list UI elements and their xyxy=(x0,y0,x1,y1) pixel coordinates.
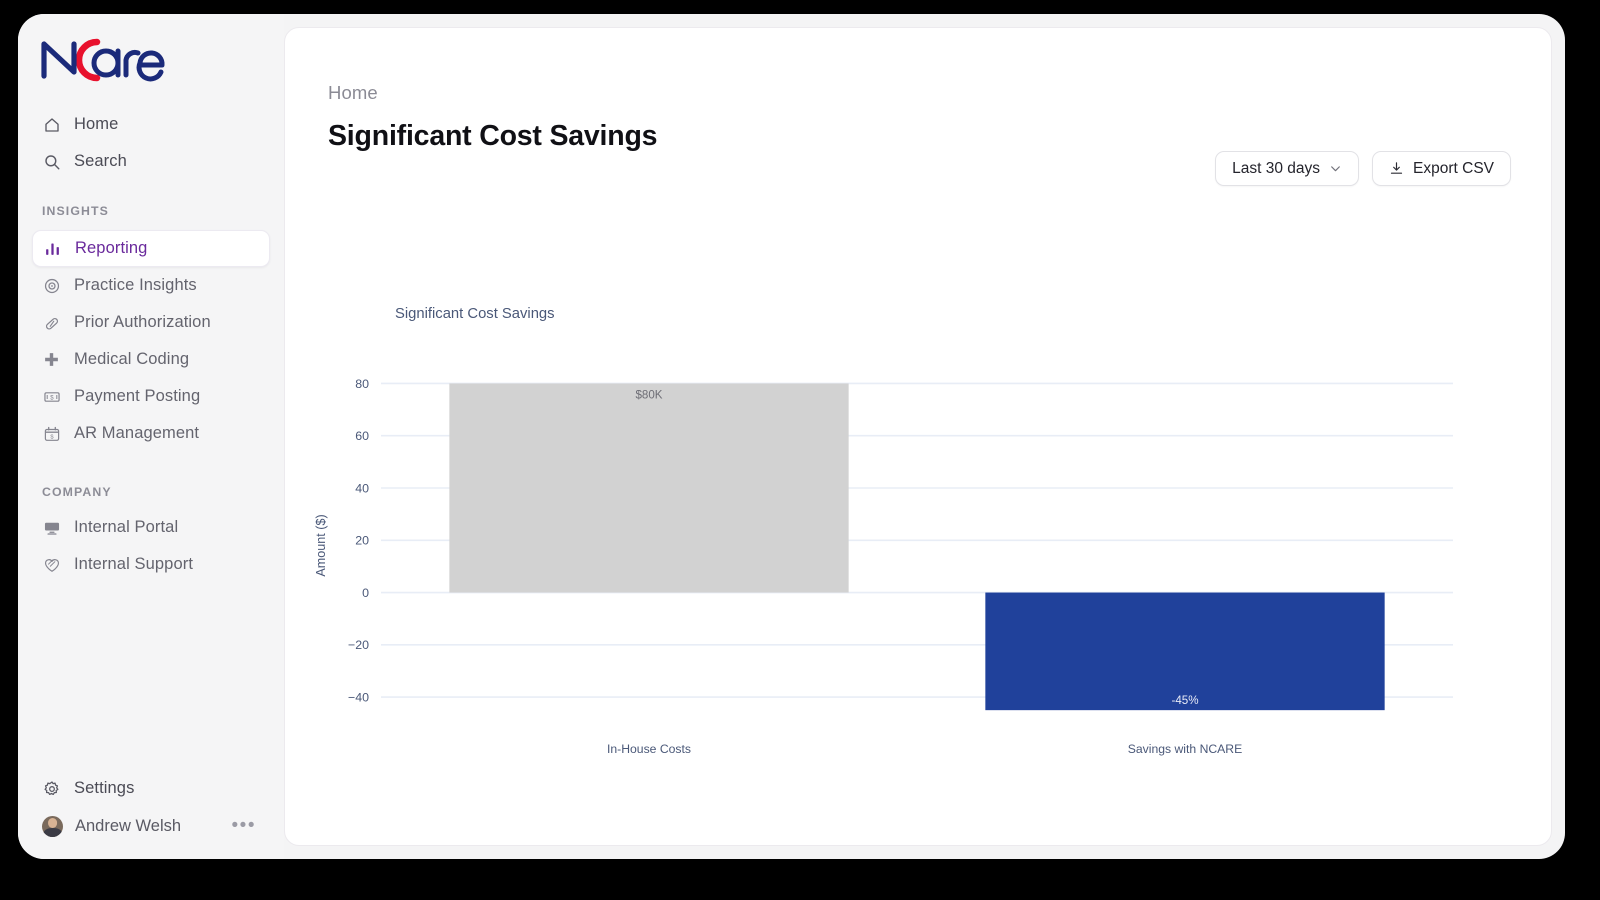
sidebar-item-label: Prior Authorization xyxy=(74,313,211,331)
bar-chart-icon xyxy=(43,239,62,258)
sidebar-item-ar-management[interactable]: $ AR Management xyxy=(32,415,270,452)
date-range-select[interactable]: Last 30 days xyxy=(1215,151,1360,186)
y-tick-label: −20 xyxy=(348,638,369,652)
y-tick-label: 60 xyxy=(355,429,369,443)
sidebar-item-label: Reporting xyxy=(75,239,148,257)
date-range-label: Last 30 days xyxy=(1232,159,1321,177)
sidebar-item-practice-insights[interactable]: Practice Insights xyxy=(32,267,270,304)
sidebar-footer: Settings Andrew Welsh ••• xyxy=(18,770,284,845)
sidebar-top-nav: Home Search xyxy=(18,106,284,180)
chart-bars xyxy=(449,383,1385,711)
sidebar: Home Search INSIGHTS Reporting Practice … xyxy=(18,14,284,859)
bar[interactable] xyxy=(449,383,849,593)
chevron-down-icon xyxy=(1329,162,1342,175)
y-tick-label: 20 xyxy=(355,534,369,548)
chart-title: Significant Cost Savings xyxy=(395,306,555,322)
chart-y-axis-label: Amount ($) xyxy=(314,514,328,576)
export-csv-label: Export CSV xyxy=(1413,159,1494,177)
bar-data-label: $80K xyxy=(635,388,662,401)
pill-icon xyxy=(42,313,61,332)
sidebar-item-label: Internal Portal xyxy=(74,518,179,536)
chart-x-tick-labels: In-House Costs Savings with NCARE xyxy=(607,742,1242,756)
chart-canvas: Significant Cost Savings 80 60 40 20 0 −20 −40… xyxy=(314,306,1453,756)
sidebar-section-insights-label: INSIGHTS xyxy=(42,204,109,218)
x-tick-label: In-House Costs xyxy=(607,742,691,756)
home-icon xyxy=(42,115,61,134)
user-profile-row[interactable]: Andrew Welsh ••• xyxy=(32,807,270,845)
user-name: Andrew Welsh xyxy=(75,816,182,835)
download-icon xyxy=(1389,161,1404,176)
user-more-options-icon[interactable]: ••• xyxy=(232,816,260,835)
sidebar-item-label: AR Management xyxy=(74,424,200,442)
sidebar-item-label: Settings xyxy=(74,779,135,797)
medical-cross-icon xyxy=(42,350,61,369)
page-title: Significant Cost Savings xyxy=(328,120,658,152)
money-bill-icon: $ xyxy=(42,387,61,406)
svg-text:$: $ xyxy=(50,395,54,401)
avatar xyxy=(42,815,63,837)
sidebar-item-label: Payment Posting xyxy=(74,387,201,405)
target-icon xyxy=(42,276,61,295)
sidebar-item-label: Search xyxy=(74,152,127,170)
calendar-dollar-icon: $ xyxy=(42,424,61,443)
app-window: Home Search INSIGHTS Reporting Practice … xyxy=(18,14,1565,859)
y-tick-label: 80 xyxy=(355,377,369,391)
sidebar-section-company-label: COMPANY xyxy=(42,485,112,499)
search-icon xyxy=(42,152,61,171)
monitor-icon xyxy=(42,518,61,537)
y-tick-label: 40 xyxy=(355,481,369,495)
chart-y-tick-labels: 80 60 40 20 0 −20 −40 xyxy=(348,377,369,705)
bar[interactable] xyxy=(985,592,1385,711)
sidebar-item-label: Medical Coding xyxy=(74,350,190,368)
y-tick-label: −40 xyxy=(348,690,369,704)
sidebar-item-home[interactable]: Home xyxy=(32,106,270,143)
sidebar-item-payment-posting[interactable]: $ Payment Posting xyxy=(32,378,270,415)
ncare-logo-mark xyxy=(34,32,184,88)
sidebar-item-medical-coding[interactable]: Medical Coding xyxy=(32,341,270,378)
sidebar-item-reporting[interactable]: Reporting xyxy=(32,230,270,267)
y-tick-label: 0 xyxy=(362,586,369,600)
bar-data-label: -45% xyxy=(1171,694,1198,707)
heart-hands-icon xyxy=(42,555,61,574)
sidebar-item-label: Internal Support xyxy=(74,555,194,573)
x-tick-label: Savings with NCARE xyxy=(1128,742,1242,756)
breadcrumb[interactable]: Home xyxy=(328,82,378,104)
sidebar-item-settings[interactable]: Settings xyxy=(32,770,270,807)
main-content-card: Home Significant Cost Savings Last 30 da… xyxy=(284,27,1552,846)
sidebar-item-label: Home xyxy=(74,115,119,133)
sidebar-item-internal-portal[interactable]: Internal Portal xyxy=(32,509,270,546)
cost-savings-bar-chart: Significant Cost Savings 80 60 40 20 0 −20 −40… xyxy=(285,243,1551,803)
sidebar-item-internal-support[interactable]: Internal Support xyxy=(32,546,270,583)
sidebar-item-prior-authorization[interactable]: Prior Authorization xyxy=(32,304,270,341)
sidebar-section-insights: Reporting Practice Insights Prior Author… xyxy=(18,230,284,452)
svg-text:$: $ xyxy=(50,434,54,440)
toolbar: Last 30 days Export CSV xyxy=(1215,151,1511,186)
gear-icon xyxy=(42,779,61,798)
export-csv-button[interactable]: Export CSV xyxy=(1372,151,1511,186)
sidebar-section-company: Internal Portal Internal Support xyxy=(18,509,284,583)
brand-logo[interactable] xyxy=(18,14,284,106)
sidebar-item-label: Practice Insights xyxy=(74,276,197,294)
sidebar-item-search[interactable]: Search xyxy=(32,143,270,180)
